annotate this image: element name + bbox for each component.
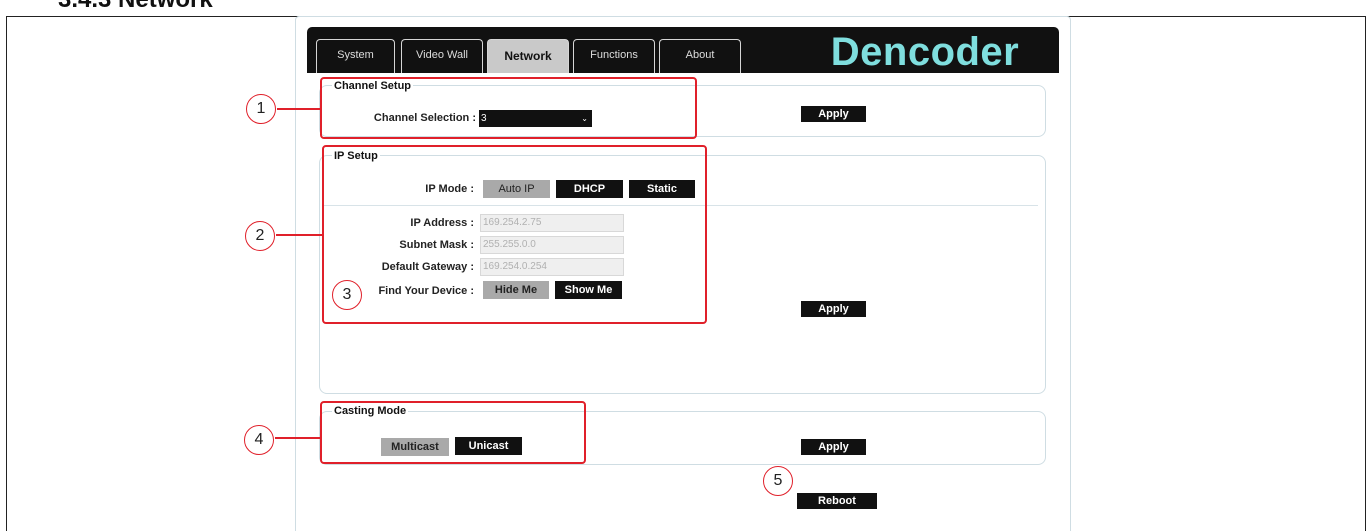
- ip-apply-button[interactable]: Apply: [801, 301, 866, 317]
- tab-system[interactable]: System: [316, 39, 395, 73]
- callout-leader-2: [276, 234, 322, 236]
- callout-number-3: 3: [332, 280, 362, 310]
- callout-leader-4: [275, 437, 320, 439]
- tab-about[interactable]: About: [659, 39, 741, 73]
- casting-apply-button[interactable]: Apply: [801, 439, 866, 455]
- callout-number-5: 5: [763, 466, 793, 496]
- tab-functions[interactable]: Functions: [573, 39, 655, 73]
- brand-logo: Dencoder: [830, 30, 1020, 74]
- callout-number-1: 1: [246, 94, 276, 124]
- callout-leader-1: [277, 108, 320, 110]
- callout-box-4: [320, 401, 586, 464]
- section-heading-fragment: 3.4.3 Network: [58, 0, 213, 12]
- reboot-button[interactable]: Reboot: [797, 493, 877, 509]
- callout-number-4: 4: [244, 425, 274, 455]
- callout-box-1: [320, 77, 697, 139]
- tab-video-wall[interactable]: Video Wall: [401, 39, 483, 73]
- tab-network[interactable]: Network: [487, 39, 569, 73]
- channel-apply-button[interactable]: Apply: [801, 106, 866, 122]
- callout-box-2: [322, 145, 707, 324]
- callout-number-2: 2: [245, 221, 275, 251]
